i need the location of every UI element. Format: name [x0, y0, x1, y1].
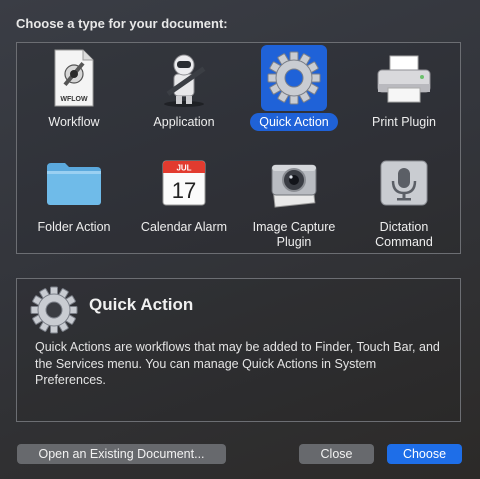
printer-icon — [371, 45, 437, 111]
type-dictation-command[interactable]: Dictation Command — [349, 150, 459, 250]
type-label: Calendar Alarm — [140, 220, 228, 234]
type-label: Quick Action — [250, 113, 338, 131]
camera-icon — [261, 150, 327, 216]
description-title: Quick Action — [89, 295, 194, 314]
type-label: Print Plugin — [372, 115, 436, 129]
workflow-document-icon: WFLOW — [41, 45, 107, 111]
type-application[interactable]: Application — [129, 45, 239, 130]
gear-icon — [261, 45, 327, 111]
dialog-prompt: Choose a type for your document: — [16, 16, 228, 31]
type-label: Application — [153, 115, 215, 129]
type-label: Dictation Command — [375, 220, 433, 249]
calendar-day-text: 17 — [172, 178, 196, 203]
microphone-icon — [371, 150, 437, 216]
automator-robot-icon — [151, 45, 217, 111]
description-panel: Quick Action Quick Actions are workflows… — [16, 278, 461, 422]
type-quick-action[interactable]: Quick Action — [239, 45, 349, 131]
close-button[interactable]: Close — [299, 444, 374, 464]
type-label: Image Capture Plugin — [252, 220, 336, 249]
calendar-icon: JUL 17 — [151, 150, 217, 216]
type-folder-action[interactable]: Folder Action — [19, 150, 129, 235]
type-workflow[interactable]: WFLOW Workflow — [19, 45, 129, 130]
type-label: Workflow — [48, 115, 100, 129]
wflow-badge-text: WFLOW — [60, 96, 88, 103]
open-existing-document-button[interactable]: Open an Existing Document... — [17, 444, 226, 464]
type-print-plugin[interactable]: Print Plugin — [349, 45, 459, 130]
type-calendar-alarm[interactable]: JUL 17 Calendar Alarm — [129, 150, 239, 235]
calendar-month-text: JUL — [176, 164, 191, 173]
choose-button[interactable]: Choose — [387, 444, 462, 464]
type-label: Folder Action — [37, 220, 111, 234]
folder-icon — [41, 150, 107, 216]
type-image-capture-plugin[interactable]: Image Capture Plugin — [239, 150, 349, 250]
document-type-grid: WFLOW Workflow Application Quick Action … — [16, 42, 461, 254]
description-text: Quick Actions are workflows that may be … — [35, 340, 440, 387]
gear-icon — [29, 285, 79, 335]
